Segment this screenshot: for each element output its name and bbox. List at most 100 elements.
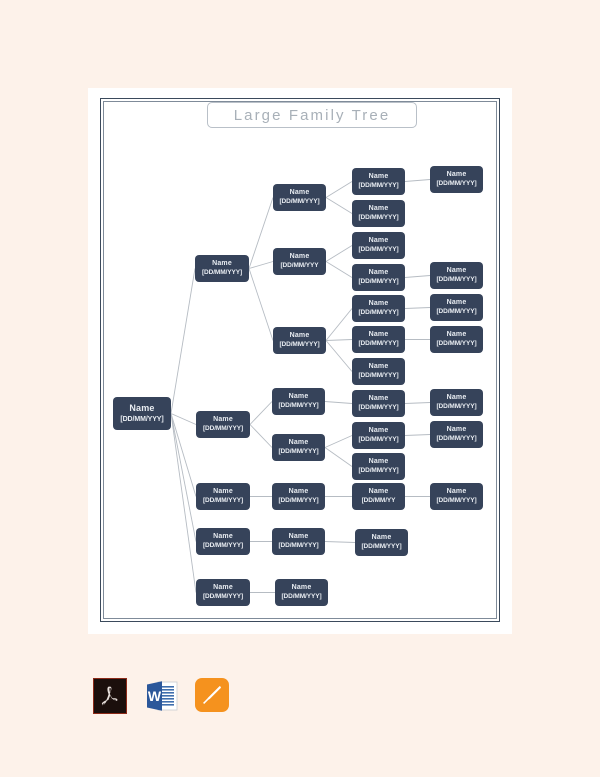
tree-node-date: [DD/MM/YYY]: [436, 180, 477, 188]
tree-node-date: [DD/MM/YYY]: [358, 214, 399, 222]
tree-node-name: Name: [368, 426, 389, 434]
tree-node-name: Name: [213, 415, 233, 423]
tree-node-date: [DD/MM/YY: [361, 497, 396, 505]
tree-node[interactable]: Name [DD/MM/YYY]: [352, 453, 405, 480]
tree-node-name: Name: [446, 170, 467, 178]
tree-node[interactable]: Name [DD/MM/YYY]: [272, 483, 325, 510]
tree-node-name: Name: [288, 438, 309, 446]
word-icon[interactable]: W: [144, 678, 180, 716]
tree-node[interactable]: Name [DD/MM/YYY]: [352, 358, 405, 385]
tree-node-name: Name: [446, 425, 467, 433]
tree-node-name: Name: [291, 583, 312, 591]
tree-node-date: [DD/MM/YYY]: [358, 467, 399, 475]
tree-node[interactable]: Name [DD/MM/YYY]: [196, 411, 250, 438]
tree-node-date: [DD/MM/YYY]: [278, 448, 319, 456]
tree-node[interactable]: Name [DD/MM/YYY]: [352, 264, 405, 291]
tree-node-date: [DD/MM/YYY]: [202, 542, 244, 550]
tree-node[interactable]: Name [DD/MM/YYY]: [272, 528, 325, 555]
tree-node-name: Name: [368, 299, 389, 307]
tree-node-name: Name: [446, 487, 467, 495]
tree-node[interactable]: Name [DD/MM/YYY]: [272, 388, 325, 415]
tree-node-date: [DD/MM/YYY: [280, 262, 319, 270]
tree-node[interactable]: Name [DD/MM/YYY: [273, 248, 326, 275]
tree-node[interactable]: Name [DD/MM/YYY]: [352, 326, 405, 353]
tree-node-name: Name: [288, 532, 309, 540]
tree-node[interactable]: Name [DD/MM/YYY]: [352, 168, 405, 195]
tree-node[interactable]: Name [DD/MM/YYY]: [272, 434, 325, 461]
tree-node-name: Name: [289, 252, 310, 260]
tree-node[interactable]: Name [DD/MM/YYY]: [430, 326, 483, 353]
tree-node[interactable]: Name [DD/MM/YYY]: [355, 529, 408, 556]
tree-node-date: [DD/MM/YYY]: [201, 269, 243, 277]
tree-node-name: Name: [129, 402, 155, 413]
tree-node[interactable]: Name [DD/MM/YYY]: [113, 397, 171, 430]
tree-node[interactable]: Name [DD/MM/YYY]: [430, 294, 483, 321]
tree-node-date: [DD/MM/YYY]: [279, 198, 320, 206]
pencil-glyph: [203, 686, 221, 704]
tree-node-date: [DD/MM/YYY]: [202, 593, 244, 601]
tree-node[interactable]: Name [DD/MM/YYY]: [430, 389, 483, 416]
tree-node-date: [DD/MM/YYY]: [358, 340, 399, 348]
pdf-icon[interactable]: [93, 678, 129, 716]
tree-node-date: [DD/MM/YYY]: [361, 543, 402, 551]
tree-node-date: [DD/MM/YYY]: [358, 182, 399, 190]
pages-icon[interactable]: [195, 678, 231, 716]
document-title-box: Large Family Tree: [207, 102, 417, 128]
tree-node[interactable]: Name [DD/MM/YYY]: [352, 390, 405, 417]
tree-node-name: Name: [289, 188, 310, 196]
tree-node-name: Name: [213, 487, 233, 495]
tree-node-date: [DD/MM/YYY]: [120, 416, 164, 424]
tree-node[interactable]: Name [DD/MM/YYY]: [273, 327, 326, 354]
tree-node-date: [DD/MM/YYY]: [278, 542, 319, 550]
tree-node[interactable]: Name [DD/MM/YYY]: [196, 528, 250, 555]
tree-node-name: Name: [289, 331, 310, 339]
tree-node-date: [DD/MM/YYY]: [436, 308, 477, 316]
acrobat-glyph: [101, 686, 118, 706]
tree-node[interactable]: Name [DD/MM/YYY]: [352, 232, 405, 259]
tree-node[interactable]: Name [DD/MM/YYY]: [430, 166, 483, 193]
tree-node-date: [DD/MM/YYY]: [436, 340, 477, 348]
page-title: Large Family Tree: [233, 106, 391, 124]
tree-node-name: Name: [368, 487, 389, 495]
tree-node-date: [DD/MM/YYY]: [358, 309, 399, 317]
svg-text:W: W: [148, 688, 162, 704]
tree-node-date: [DD/MM/YYY]: [281, 593, 322, 601]
tree-node-name: Name: [368, 268, 389, 276]
tree-node-name: Name: [368, 330, 389, 338]
tree-node[interactable]: Name [DD/MM/YYY]: [430, 483, 483, 510]
tree-node-date: [DD/MM/YYY]: [358, 372, 399, 380]
tree-node[interactable]: Name [DD/MM/YYY]: [352, 200, 405, 227]
tree-node[interactable]: Name [DD/MM/YYY]: [352, 422, 405, 449]
tree-node[interactable]: Name [DD/MM/YYY]: [430, 262, 483, 289]
tree-node-name: Name: [446, 330, 467, 338]
tree-node-date: [DD/MM/YYY]: [358, 404, 399, 412]
tree-node[interactable]: Name [DD/MM/YYY]: [196, 579, 250, 606]
tree-node-name: Name: [288, 392, 309, 400]
tree-node[interactable]: Name [DD/MM/YY: [352, 483, 405, 510]
tree-node-date: [DD/MM/YYY]: [436, 435, 477, 443]
tree-node-date: [DD/MM/YYY]: [358, 246, 399, 254]
tree-node-name: Name: [368, 394, 389, 402]
msword-glyph: W: [147, 681, 178, 711]
tree-node[interactable]: Name [DD/MM/YYY]: [273, 184, 326, 211]
tree-node[interactable]: Name [DD/MM/YYY]: [196, 483, 250, 510]
tree-node[interactable]: Name [DD/MM/YYY]: [195, 255, 249, 282]
tree-node-name: Name: [213, 532, 233, 540]
file-format-icons: W: [93, 678, 231, 716]
tree-node-name: Name: [368, 236, 389, 244]
tree-node-date: [DD/MM/YYY]: [279, 341, 320, 349]
tree-node-date: [DD/MM/YYY]: [436, 403, 477, 411]
tree-node-name: Name: [446, 393, 467, 401]
tree-node[interactable]: Name [DD/MM/YYY]: [275, 579, 328, 606]
tree-node-date: [DD/MM/YYY]: [436, 276, 477, 284]
tree-node-date: [DD/MM/YYY]: [436, 497, 477, 505]
tree-node[interactable]: Name [DD/MM/YYY]: [430, 421, 483, 448]
tree-node[interactable]: Name [DD/MM/YYY]: [352, 295, 405, 322]
tree-node-date: [DD/MM/YYY]: [202, 425, 244, 433]
tree-node-name: Name: [368, 362, 389, 370]
tree-node-name: Name: [371, 533, 392, 541]
tree-node-name: Name: [368, 457, 389, 465]
tree-node-date: [DD/MM/YYY]: [278, 497, 319, 505]
tree-node-name: Name: [213, 583, 233, 591]
tree-node-date: [DD/MM/YYY]: [358, 278, 399, 286]
